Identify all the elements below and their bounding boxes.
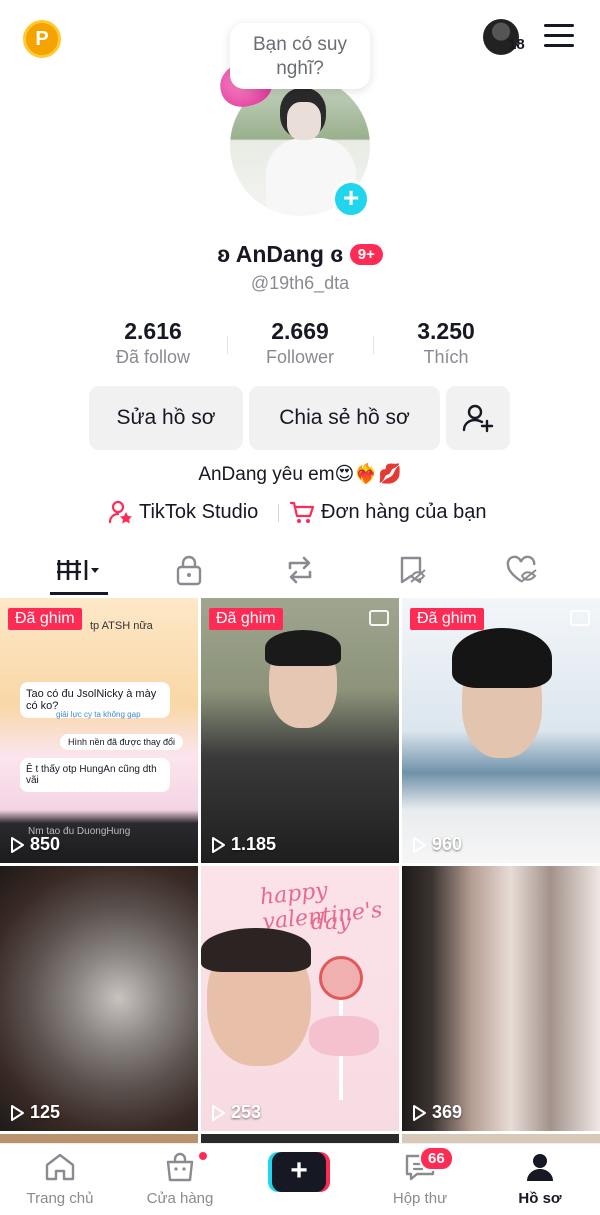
studio-icon xyxy=(108,500,132,524)
grid-videos-icon xyxy=(57,560,99,580)
video-grid: Đã ghim tp ATSH nữa Tao có đu JsolNicky … xyxy=(0,598,600,1143)
view-count: 850 xyxy=(10,834,60,855)
thought-bubble[interactable]: Bạn có suy nghĩ? xyxy=(230,23,370,89)
view-count: 369 xyxy=(412,1102,462,1123)
video-thumbnail[interactable]: Đã ghim 1.185 xyxy=(201,598,399,863)
tiktok-studio-label: TikTok Studio xyxy=(139,500,259,523)
pinned-badge: Đã ghim xyxy=(8,608,82,630)
create-button[interactable]: + xyxy=(268,1152,330,1192)
photo-icon xyxy=(369,610,389,626)
add-friend-button[interactable] xyxy=(446,386,510,450)
view-count: 253 xyxy=(211,1102,261,1123)
view-count: 1.185 xyxy=(211,834,276,855)
view-count: 960 xyxy=(412,834,462,855)
play-icon xyxy=(11,1104,24,1121)
stat-divider xyxy=(227,336,228,354)
tab-favorites[interactable] xyxy=(372,548,452,592)
stat-followers[interactable]: 2.669 Follower xyxy=(235,318,365,368)
bio: AnDang yêu em😍❤️‍🔥💋 xyxy=(198,464,402,485)
profile-links: TikTok Studio Đơn hàng của bạn xyxy=(0,499,600,527)
shop-notification-dot xyxy=(198,1151,208,1161)
link-divider xyxy=(278,504,279,522)
share-profile-button[interactable]: Chia sẻ hồ sơ xyxy=(249,386,440,450)
add-story-button[interactable]: + xyxy=(332,180,370,218)
video-thumbnail[interactable] xyxy=(0,1134,198,1143)
nav-profile[interactable]: Hồ sơ xyxy=(485,1152,595,1207)
tiktok-studio-link[interactable]: TikTok Studio xyxy=(108,499,258,525)
photo-icon xyxy=(570,610,590,626)
active-tab-indicator xyxy=(50,592,108,595)
username: @19th6_dta xyxy=(250,273,350,293)
name-row: ʚ AnDang ɞ 9+ xyxy=(0,241,600,268)
play-icon xyxy=(413,836,426,853)
profile-icon xyxy=(527,1154,553,1181)
edit-profile-button[interactable]: Sửa hồ sơ xyxy=(89,386,243,450)
video-thumbnail[interactable]: Đã ghim tp ATSH nữa Tao có đu JsolNicky … xyxy=(0,598,198,863)
home-icon xyxy=(45,1153,75,1181)
orders-label: Đơn hàng của bạn xyxy=(321,500,487,523)
nav-home[interactable]: Trang chủ xyxy=(5,1152,115,1207)
menu-icon[interactable] xyxy=(544,24,574,50)
tab-liked[interactable] xyxy=(482,548,562,592)
display-name: ʚ AnDang ɞ xyxy=(217,241,344,267)
bottom-nav: Trang chủ Cửa hàng + Hộp thư 66 Hồ sơ xyxy=(0,1143,600,1215)
video-thumbnail[interactable]: happy valentine's day 253 xyxy=(201,866,399,1131)
pinned-badge: Đã ghim xyxy=(410,608,484,630)
video-thumbnail[interactable] xyxy=(402,1134,600,1143)
add-user-icon xyxy=(462,404,494,433)
story-count: 18 xyxy=(508,36,525,53)
stats-row: 2.616 Đã follow 2.669 Follower 3.250 Thí… xyxy=(0,318,600,370)
inbox-badge: 66 xyxy=(419,1146,454,1171)
tab-reposts[interactable] xyxy=(260,548,340,592)
content-tabs xyxy=(0,548,600,596)
lock-icon xyxy=(176,555,202,586)
bookmark-hidden-icon xyxy=(400,556,426,584)
orders-link[interactable]: Đơn hàng của bạn xyxy=(289,499,486,525)
play-icon xyxy=(212,836,225,853)
heart-hidden-icon xyxy=(506,555,537,583)
stat-likes[interactable]: 3.250 Thích xyxy=(381,318,511,368)
view-count: 125 xyxy=(10,1102,60,1123)
video-thumbnail[interactable]: 369 xyxy=(402,866,600,1131)
coin-icon[interactable]: P xyxy=(23,20,61,58)
shop-bag-icon xyxy=(166,1152,194,1182)
video-thumbnail[interactable]: 125 xyxy=(0,866,198,1131)
play-icon xyxy=(11,836,24,853)
tab-private[interactable] xyxy=(149,548,229,592)
repost-icon xyxy=(288,556,312,584)
plus-icon: + xyxy=(272,1152,326,1192)
notification-badge[interactable]: 9+ xyxy=(349,244,383,265)
play-icon xyxy=(212,1104,225,1121)
play-icon xyxy=(413,1104,426,1121)
cart-icon xyxy=(289,501,315,523)
stat-following[interactable]: 2.616 Đã follow xyxy=(88,318,218,368)
tab-videos[interactable] xyxy=(38,548,118,592)
video-thumbnail[interactable]: Đã ghim 960 xyxy=(402,598,600,863)
pinned-badge: Đã ghim xyxy=(209,608,283,630)
profile-actions: Sửa hồ sơ Chia sẻ hồ sơ xyxy=(0,386,600,450)
video-thumbnail[interactable] xyxy=(201,1134,399,1143)
nav-shop[interactable]: Cửa hàng xyxy=(125,1152,235,1207)
stat-divider xyxy=(373,336,374,354)
